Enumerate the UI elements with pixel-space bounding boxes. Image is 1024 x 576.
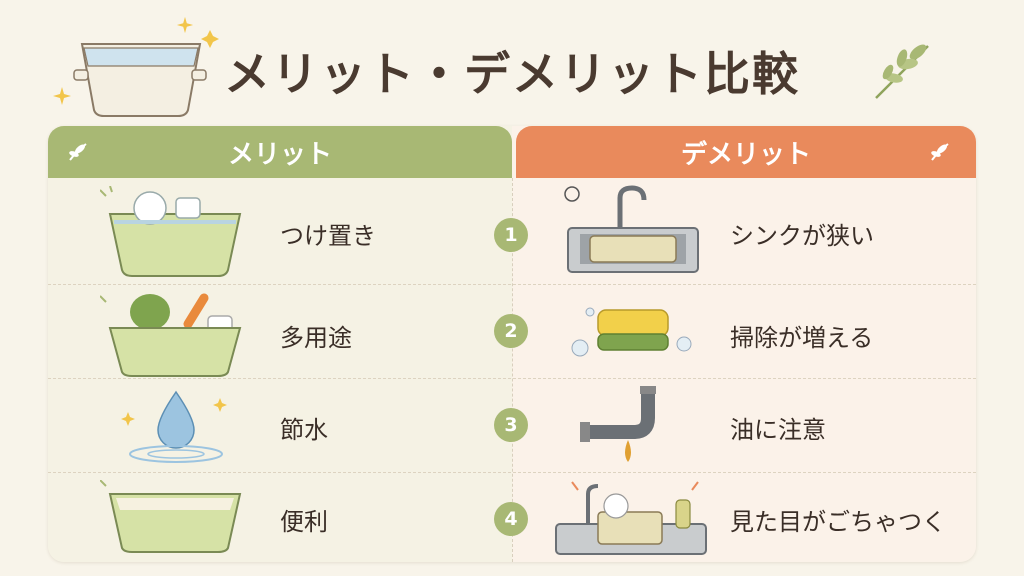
sink-with-basin-icon (558, 184, 708, 278)
row-divider (48, 284, 976, 285)
empty-basin-icon (100, 480, 250, 554)
number-badge: 2 (494, 314, 528, 348)
demerits-header: デメリット (516, 126, 976, 178)
leaf-branch-icon (868, 36, 938, 106)
demerit-label: シンクが狭い (730, 222, 874, 250)
merit-label: 便利 (280, 508, 328, 536)
number-badge: 1 (494, 218, 528, 252)
demerit-label: 油に注意 (730, 416, 826, 444)
merit-label: 節水 (280, 416, 328, 444)
drain-pipe-oil-icon (578, 384, 688, 468)
row-divider (48, 378, 976, 379)
demerit-label: 掃除が増える (730, 324, 874, 352)
leaf-icon (66, 140, 90, 164)
water-drop-icon (116, 388, 236, 468)
merits-header-label: メリット (227, 139, 332, 170)
basin-with-dishes-icon (100, 186, 250, 278)
sparkle-icon (176, 16, 194, 34)
row-divider (48, 472, 976, 473)
sponge-icon (568, 296, 698, 372)
merit-label: 多用途 (280, 324, 352, 352)
basin-with-vegetables-icon (100, 288, 250, 378)
comparison-table: メリット デメリット つけ置き 1 シンクが狭い 多用途 2 掃除が増える 節水… (48, 126, 976, 562)
merit-label: つけ置き (280, 222, 376, 250)
leaf-icon (928, 140, 952, 164)
demerit-label: 見た目がごちゃつく (730, 508, 946, 536)
merits-header: メリット (48, 126, 512, 178)
demerits-header-label: デメリット (680, 139, 811, 170)
number-badge: 4 (494, 502, 528, 536)
number-badge: 3 (494, 408, 528, 442)
cluttered-sink-icon (552, 478, 712, 558)
